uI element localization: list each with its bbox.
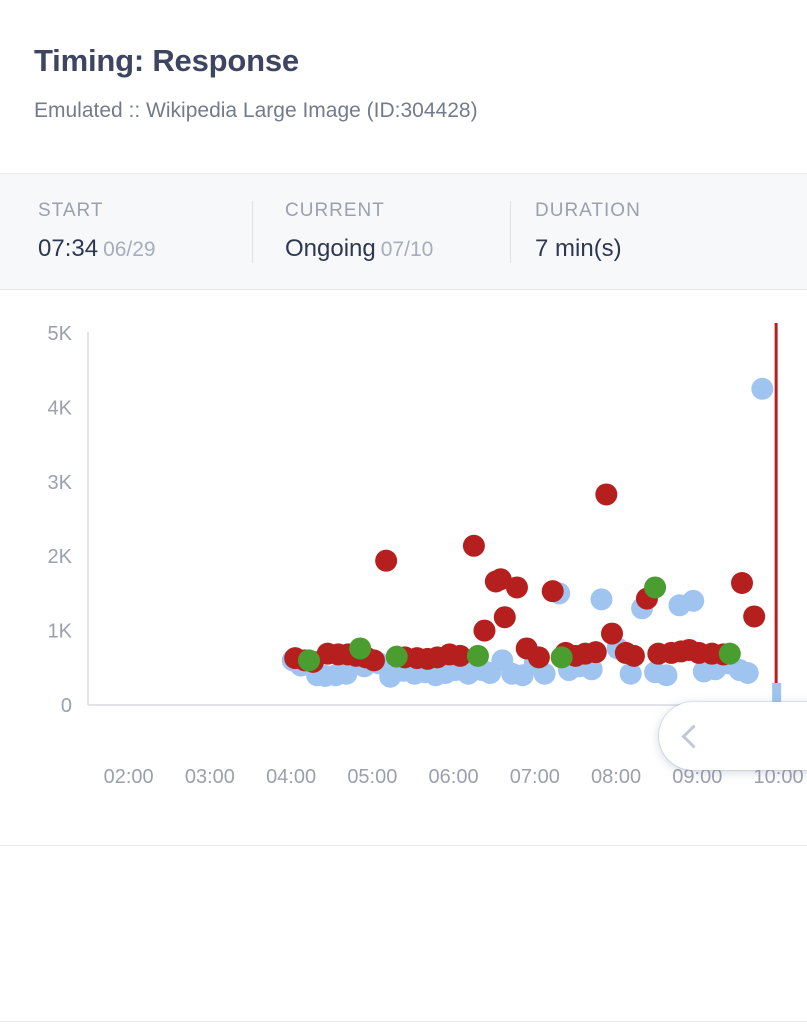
page-title: Timing: Response	[34, 43, 299, 78]
stat-start: START 07:34 06/29	[0, 200, 252, 263]
data-point-red[interactable]	[622, 644, 645, 667]
data-point-red[interactable]	[743, 605, 766, 628]
data-point-green[interactable]	[466, 644, 489, 667]
x-tick-label: 08:00	[591, 766, 641, 788]
data-point-blue[interactable]	[590, 588, 613, 611]
data-point-red[interactable]	[462, 534, 485, 557]
data-point-red[interactable]	[541, 580, 564, 603]
data-point-red[interactable]	[505, 576, 528, 599]
data-point-blue[interactable]	[736, 662, 759, 685]
data-point-green[interactable]	[349, 637, 372, 660]
data-point-blue[interactable]	[655, 664, 678, 687]
x-tick-label: 03:00	[185, 766, 235, 788]
stat-duration: DURATION 7 min(s)	[510, 200, 750, 263]
data-point-green[interactable]	[718, 642, 741, 665]
timing-response-page: Timing: Response Emulated :: Wikipedia L…	[0, 0, 807, 1024]
stat-duration-label: DURATION	[535, 200, 641, 221]
stat-current-label: CURRENT	[285, 200, 385, 221]
stats-strip: START 07:34 06/29 CURRENT Ongoing 07/10 DU…	[0, 173, 807, 290]
stat-current-main: Ongoing	[285, 235, 376, 262]
data-point-red[interactable]	[375, 549, 398, 572]
data-point-red[interactable]	[731, 571, 754, 594]
data-point-blue[interactable]	[682, 589, 705, 612]
data-point-green[interactable]	[385, 645, 408, 668]
event-footer: Trend Shift 09:55 07/10/2018	[0, 846, 807, 1024]
stat-current: CURRENT Ongoing 07/10	[252, 200, 510, 263]
data-point-green[interactable]	[297, 649, 320, 672]
stat-current-value: Ongoing 07/10	[285, 235, 510, 263]
y-tick-label: 0	[61, 695, 72, 717]
stat-duration-value: 7 min(s)	[535, 235, 750, 263]
chevron-left-icon	[681, 723, 706, 749]
page-subtitle: Emulated :: Wikipedia Large Image (ID:30…	[34, 99, 478, 123]
y-tick-label: 3K	[48, 472, 73, 494]
data-point-green[interactable]	[550, 646, 573, 669]
y-tick-label: 5K	[48, 323, 73, 345]
stat-duration-main: 7 min(s)	[535, 235, 622, 262]
data-point-red[interactable]	[601, 622, 624, 645]
data-point-red[interactable]	[473, 619, 496, 642]
x-tick-label: 06:00	[429, 766, 479, 788]
stat-start-main: 07:34	[38, 235, 99, 262]
stat-start-sub: 06/29	[103, 238, 156, 261]
x-tick-label: 02:00	[104, 766, 154, 788]
x-tick-label: 05:00	[347, 766, 397, 788]
stat-start-label: START	[38, 200, 104, 221]
data-point-red[interactable]	[527, 646, 550, 669]
data-point-red[interactable]	[584, 641, 607, 664]
stat-current-sub: 07/10	[380, 238, 434, 261]
data-point-green[interactable]	[644, 576, 667, 599]
x-tick-label: 04:00	[266, 766, 316, 788]
x-tick-label: 07:00	[510, 766, 560, 788]
data-point-red[interactable]	[493, 606, 516, 629]
data-point-blue[interactable]	[751, 377, 774, 400]
previous-page-button[interactable]	[659, 702, 807, 770]
stat-start-value: 07:34 06/29	[38, 235, 252, 263]
y-tick-label: 4K	[48, 397, 73, 419]
y-tick-label: 1K	[48, 621, 73, 643]
data-point-red[interactable]	[595, 483, 618, 506]
page-header: Timing: Response Emulated :: Wikipedia L…	[0, 0, 807, 123]
y-tick-label: 2K	[48, 546, 73, 568]
bottom-rule	[0, 1021, 807, 1022]
